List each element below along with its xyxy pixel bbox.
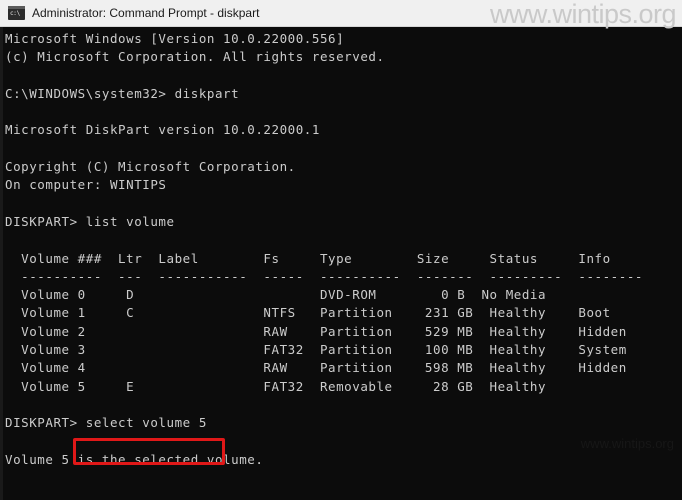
window-titlebar[interactable]: Administrator: Command Prompt - diskpart [0,0,682,27]
window-title: Administrator: Command Prompt - diskpart [32,6,260,20]
command-prompt-icon [8,6,25,20]
console-left-gutter [0,26,3,500]
console-output-area[interactable]: Microsoft Windows [Version 10.0.22000.55… [0,26,682,500]
command-prompt-window: Administrator: Command Prompt - diskpart… [0,0,682,500]
console-text: Microsoft Windows [Version 10.0.22000.55… [5,31,643,467]
